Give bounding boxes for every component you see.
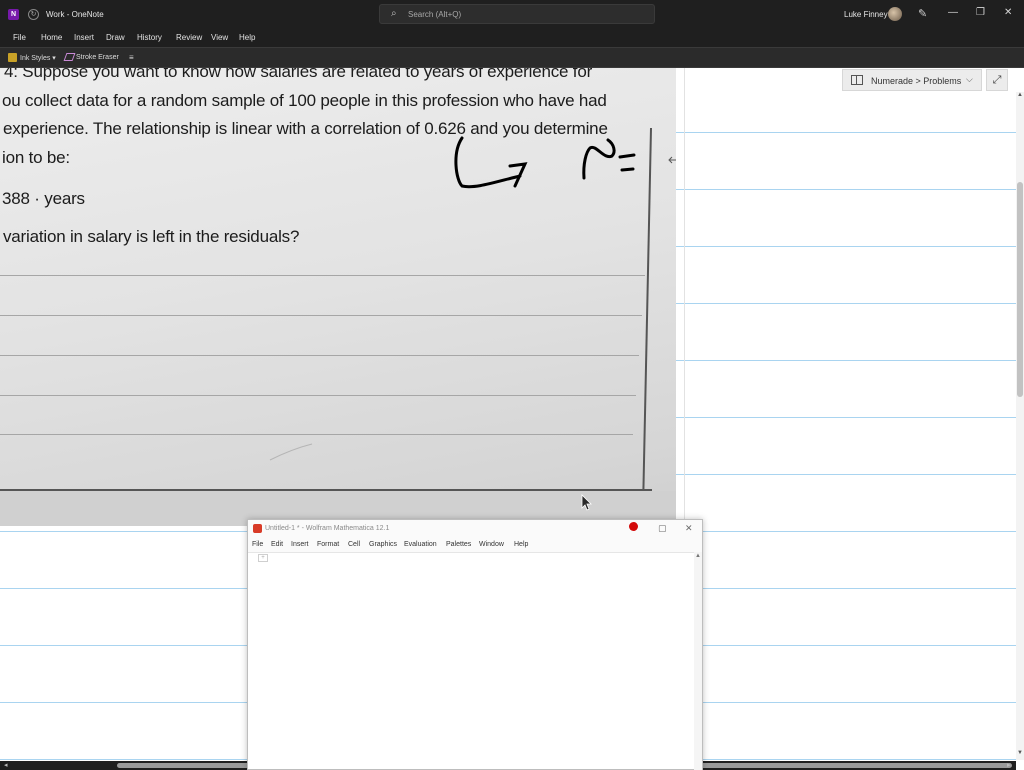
- menu-help[interactable]: Help: [239, 33, 255, 42]
- mathematica-menu-evaluation[interactable]: Evaluation: [404, 541, 437, 548]
- menu-bar: File Home Insert Draw History Review Vie…: [0, 29, 1024, 47]
- mathematica-close-button[interactable]: ✕: [685, 523, 693, 534]
- eraser-icon: [63, 53, 76, 61]
- faint-pencil-mark: [269, 443, 313, 461]
- stroke-eraser-button[interactable]: Stroke Eraser: [76, 54, 119, 61]
- avatar[interactable]: [888, 7, 902, 21]
- menu-insert[interactable]: Insert: [74, 33, 94, 42]
- draw-toolbar: Ink Styles ▾ Stroke Eraser ≡: [0, 47, 1024, 68]
- notebook-breadcrumb: Numerade > Problems: [871, 76, 962, 86]
- scroll-up-icon[interactable]: ▲: [1017, 92, 1023, 98]
- ink-styles-icon: [8, 53, 17, 62]
- mathematica-window[interactable]: Untitled-1 * - Wolfram Mathematica 12.1 …: [247, 519, 703, 770]
- expand-icon[interactable]: ⤢: [986, 69, 1008, 91]
- pen-icon[interactable]: ✎: [918, 7, 927, 20]
- user-name[interactable]: Luke Finney: [844, 10, 888, 19]
- mathematica-title-bar[interactable]: Untitled-1 * - Wolfram Mathematica 12.1 …: [248, 520, 702, 537]
- toolbar-overflow-icon[interactable]: ≡: [129, 53, 134, 62]
- scroll-down-icon[interactable]: ▼: [1017, 750, 1023, 756]
- mathematica-menu-format[interactable]: Format: [317, 541, 339, 548]
- mathematica-notebook-area[interactable]: +: [248, 552, 694, 770]
- onenote-app-icon: N: [8, 9, 19, 20]
- close-button[interactable]: ✕: [1004, 7, 1012, 18]
- notebook-breadcrumb-panel[interactable]: Numerade > Problems ⌵: [842, 69, 982, 91]
- ink-stroke-equals: [618, 153, 636, 172]
- menu-review[interactable]: Review: [176, 33, 202, 42]
- title-bar: N ↻ Work - OneNote ⌕ Search (Alt+Q) Luke…: [0, 0, 1024, 29]
- scrollbar-thumb[interactable]: [1017, 182, 1023, 397]
- mathematica-menu-insert[interactable]: Insert: [291, 541, 309, 548]
- search-placeholder: Search (Alt+Q): [408, 10, 462, 19]
- problem-photo[interactable]: 4: Suppose you want to know how salaries…: [0, 68, 676, 526]
- ink-annotations: [269, 136, 676, 461]
- restore-button[interactable]: ❐: [976, 7, 985, 18]
- mathematica-title: Untitled-1 * - Wolfram Mathematica 12.1: [265, 525, 390, 532]
- scroll-up-icon[interactable]: ▲: [695, 553, 701, 559]
- menu-draw[interactable]: Draw: [106, 33, 125, 42]
- mathematica-maximize-button[interactable]: ▢: [658, 523, 667, 534]
- minimize-button[interactable]: —: [948, 7, 958, 18]
- mathematica-scrollbar[interactable]: ▲: [694, 552, 702, 770]
- mathematica-menu-palettes[interactable]: Palettes: [446, 541, 471, 548]
- mathematica-menu-cell[interactable]: Cell: [348, 541, 360, 548]
- menu-home[interactable]: Home: [41, 33, 62, 42]
- search-input[interactable]: ⌕ Search (Alt+Q): [379, 4, 655, 24]
- menu-view[interactable]: View: [211, 33, 228, 42]
- ink-stroke-arrow: [454, 136, 522, 189]
- ink-styles-label: Ink Styles: [20, 55, 51, 62]
- window-title: Work - OneNote: [46, 10, 104, 19]
- resize-handle-icon: [668, 156, 676, 164]
- mathematica-menu-window[interactable]: Window: [479, 541, 504, 548]
- scroll-left-icon[interactable]: ◂: [4, 761, 8, 769]
- cell-insertion-point[interactable]: +: [258, 554, 268, 562]
- ink-stroke-arrowhead: [508, 162, 528, 188]
- menu-file[interactable]: File: [13, 33, 26, 42]
- menu-history[interactable]: History: [137, 33, 162, 42]
- mouse-cursor-icon: [581, 494, 592, 511]
- mathematica-menu-graphics[interactable]: Graphics: [369, 541, 397, 548]
- ink-stroke-r2: [582, 138, 616, 180]
- sync-icon[interactable]: ↻: [28, 9, 39, 20]
- scroll-right-icon[interactable]: ▸: [1007, 761, 1011, 769]
- search-icon: ⌕: [391, 8, 397, 19]
- chevron-down-icon: ⌵: [966, 74, 973, 84]
- mathematica-app-icon: [253, 524, 262, 533]
- mathematica-menu-file[interactable]: File: [252, 541, 263, 548]
- mathematica-menu-bar: File Edit Insert Format Cell Graphics Ev…: [248, 537, 702, 552]
- mathematica-menu-edit[interactable]: Edit: [271, 541, 283, 548]
- notebook-icon: [851, 75, 863, 85]
- ink-styles-button[interactable]: Ink Styles ▾: [20, 54, 56, 62]
- vertical-scrollbar[interactable]: ▲ ▼: [1016, 92, 1024, 760]
- mathematica-menu-help[interactable]: Help: [514, 541, 528, 548]
- alert-icon[interactable]: [629, 522, 638, 531]
